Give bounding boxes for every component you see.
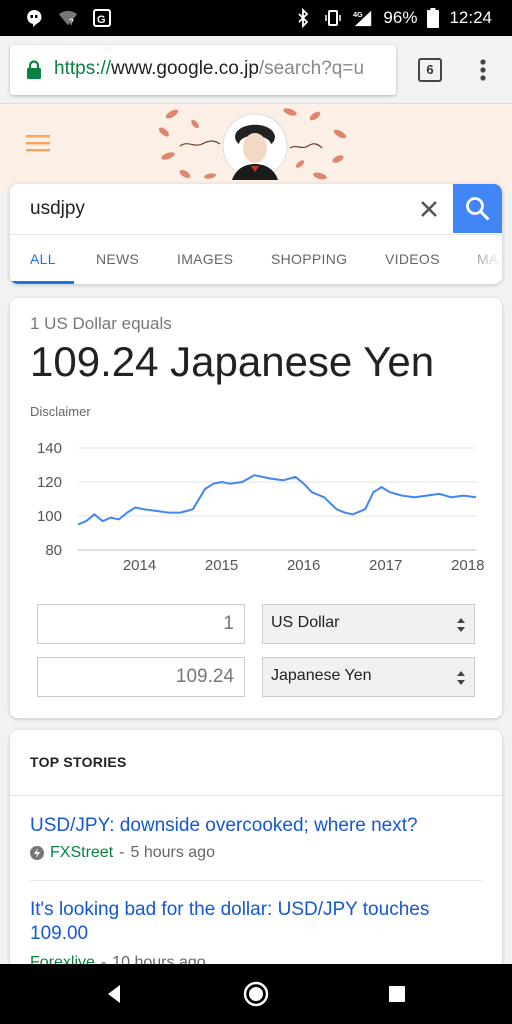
dropdown-arrows-icon [457, 618, 465, 632]
search-button[interactable] [453, 184, 502, 233]
tabs-fade [462, 235, 502, 284]
google-doodle-image[interactable] [150, 104, 360, 188]
conversion-label: 1 US Dollar equals [30, 314, 172, 333]
story-age: 5 hours ago [130, 844, 215, 861]
search-icon [466, 197, 490, 221]
usd-jpy-series-line [77, 474, 477, 526]
home-icon[interactable] [243, 981, 269, 1007]
search-box-card: usdjpy ALL NEWS IMAGES SHOPPING VIDEOS M… [10, 184, 502, 284]
story-headline[interactable]: USD/JPY: downside overcooked; where next… [30, 814, 470, 838]
wifi-unknown-icon: ? [58, 10, 78, 26]
vibrate-icon [325, 10, 342, 26]
tab-images[interactable]: IMAGES [177, 251, 233, 267]
currency-to-label: Japanese Yen [271, 667, 372, 684]
search-input[interactable]: usdjpy [30, 198, 85, 220]
doodle-header [0, 104, 512, 194]
tab-all[interactable]: ALL [30, 251, 56, 267]
svg-text:4G: 4G [353, 10, 363, 19]
clear-search-icon[interactable] [418, 198, 440, 220]
disclaimer-link[interactable]: Disclaimer [30, 404, 91, 419]
url-text: https://www.google.co.jp/search?q=u [54, 58, 364, 80]
url-host: www.google.co.jp [111, 58, 259, 79]
tab-news[interactable]: NEWS [96, 251, 139, 267]
amount-from-input[interactable]: 1 [37, 604, 245, 644]
url-path: /search?q=u [258, 58, 365, 79]
address-bar[interactable]: https://www.google.co.jp/search?q=u [10, 45, 396, 95]
battery-percent: 96% [383, 8, 418, 27]
y-tick-label: 120 [37, 474, 62, 491]
bluetooth-icon [298, 8, 309, 28]
tab-videos[interactable]: VIDEOS [385, 251, 440, 267]
conversion-result: 109.24 Japanese Yen [30, 338, 435, 385]
exchange-rate-chart-svg: 80 100 120 140 2014 2015 2016 2017 2018 [37, 440, 485, 574]
recents-icon[interactable] [389, 986, 405, 1002]
active-tab-indicator [10, 281, 74, 284]
hangouts-notification-icon [27, 9, 42, 28]
x-tick-label: 2018 [451, 557, 484, 574]
story-source[interactable]: FXStreet [50, 844, 113, 862]
dropdown-arrows-icon [457, 671, 465, 685]
currency-to-select[interactable]: Japanese Yen [262, 657, 475, 697]
story-separator: - [119, 844, 125, 861]
currency-converter-card: 1 US Dollar equals 109.24 Japanese Yen D… [10, 298, 502, 718]
svg-text:?: ? [69, 17, 74, 26]
browser-toolbar: https://www.google.co.jp/search?q=u 6 [0, 36, 512, 104]
x-tick-label: 2016 [287, 557, 320, 574]
x-tick-label: 2015 [205, 557, 238, 574]
svg-text:G: G [97, 14, 106, 26]
back-icon[interactable] [104, 982, 124, 1006]
clock: 12:24 [449, 8, 492, 27]
signal-4g-icon: 4G [353, 10, 372, 27]
url-scheme: https:// [54, 58, 112, 79]
tab-switcher-button[interactable]: 6 [418, 58, 442, 82]
lock-icon [27, 60, 41, 79]
hamburger-menu-icon[interactable] [26, 134, 50, 152]
top-stories-title: TOP STORIES [30, 754, 127, 770]
y-tick-label: 140 [37, 440, 62, 457]
x-tick-label: 2017 [369, 557, 402, 574]
top-stories-card: TOP STORIES USD/JPY: downside overcooked… [10, 730, 502, 970]
overflow-menu-icon[interactable] [476, 56, 490, 84]
exchange-rate-chart[interactable]: 80 100 120 140 2014 2015 2016 2017 2018 [30, 436, 488, 582]
battery-icon [427, 8, 440, 28]
story-meta: FXStreet - 5 hours ago [30, 844, 215, 862]
status-bar: ? G 4G 96% 12:24 [0, 0, 512, 36]
divider [10, 795, 502, 796]
y-tick-label: 100 [37, 508, 62, 525]
maps-notification-icon: G [93, 9, 111, 27]
system-navigation-bar [0, 964, 512, 1024]
search-tabs: ALL NEWS IMAGES SHOPPING VIDEOS MA [10, 234, 502, 284]
story-headline[interactable]: It's looking bad for the dollar: USD/JPY… [30, 898, 470, 946]
currency-from-label: US Dollar [271, 614, 340, 631]
x-tick-label: 2014 [123, 557, 156, 574]
amp-lightning-icon [30, 846, 44, 860]
divider [30, 880, 482, 881]
tab-shopping[interactable]: SHOPPING [271, 251, 347, 267]
currency-from-select[interactable]: US Dollar [262, 604, 475, 644]
y-tick-label: 80 [45, 542, 62, 559]
amount-to-input[interactable]: 109.24 [37, 657, 245, 697]
